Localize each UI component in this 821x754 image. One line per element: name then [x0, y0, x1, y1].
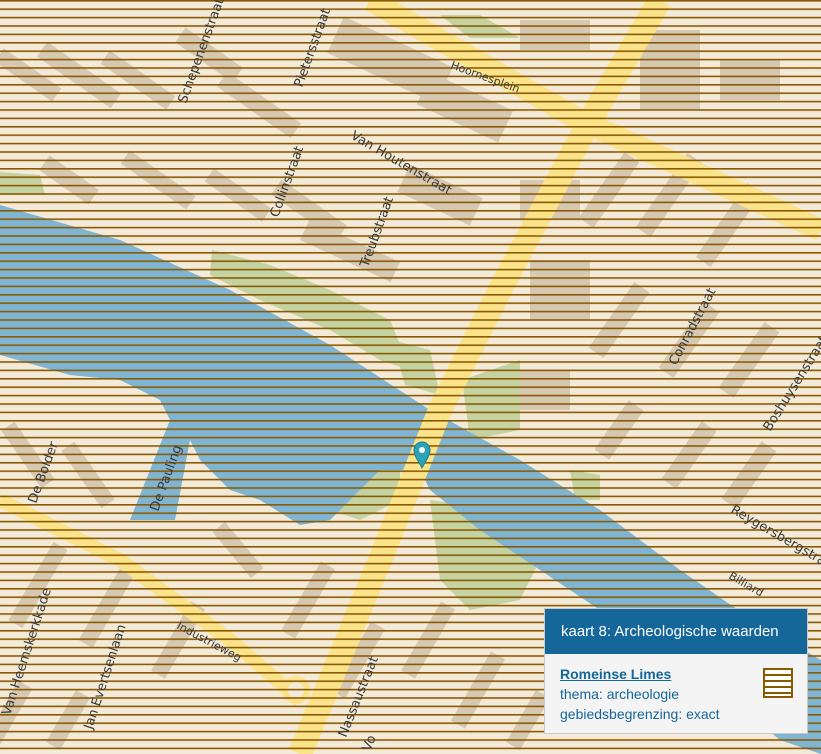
info-card-title-link[interactable]: Romeinse Limes	[560, 664, 791, 684]
hatched-legend-icon	[763, 668, 793, 698]
info-card-gebied: gebiedsbegrenzing: exact	[560, 706, 720, 722]
info-card: kaart 8: Archeologische waarden Romeinse…	[545, 609, 807, 733]
info-card-body: Romeinse Limes thema: archeologie gebied…	[545, 654, 807, 733]
info-card-header: kaart 8: Archeologische waarden	[545, 609, 807, 654]
info-card-thema: thema: archeologie	[560, 686, 680, 702]
